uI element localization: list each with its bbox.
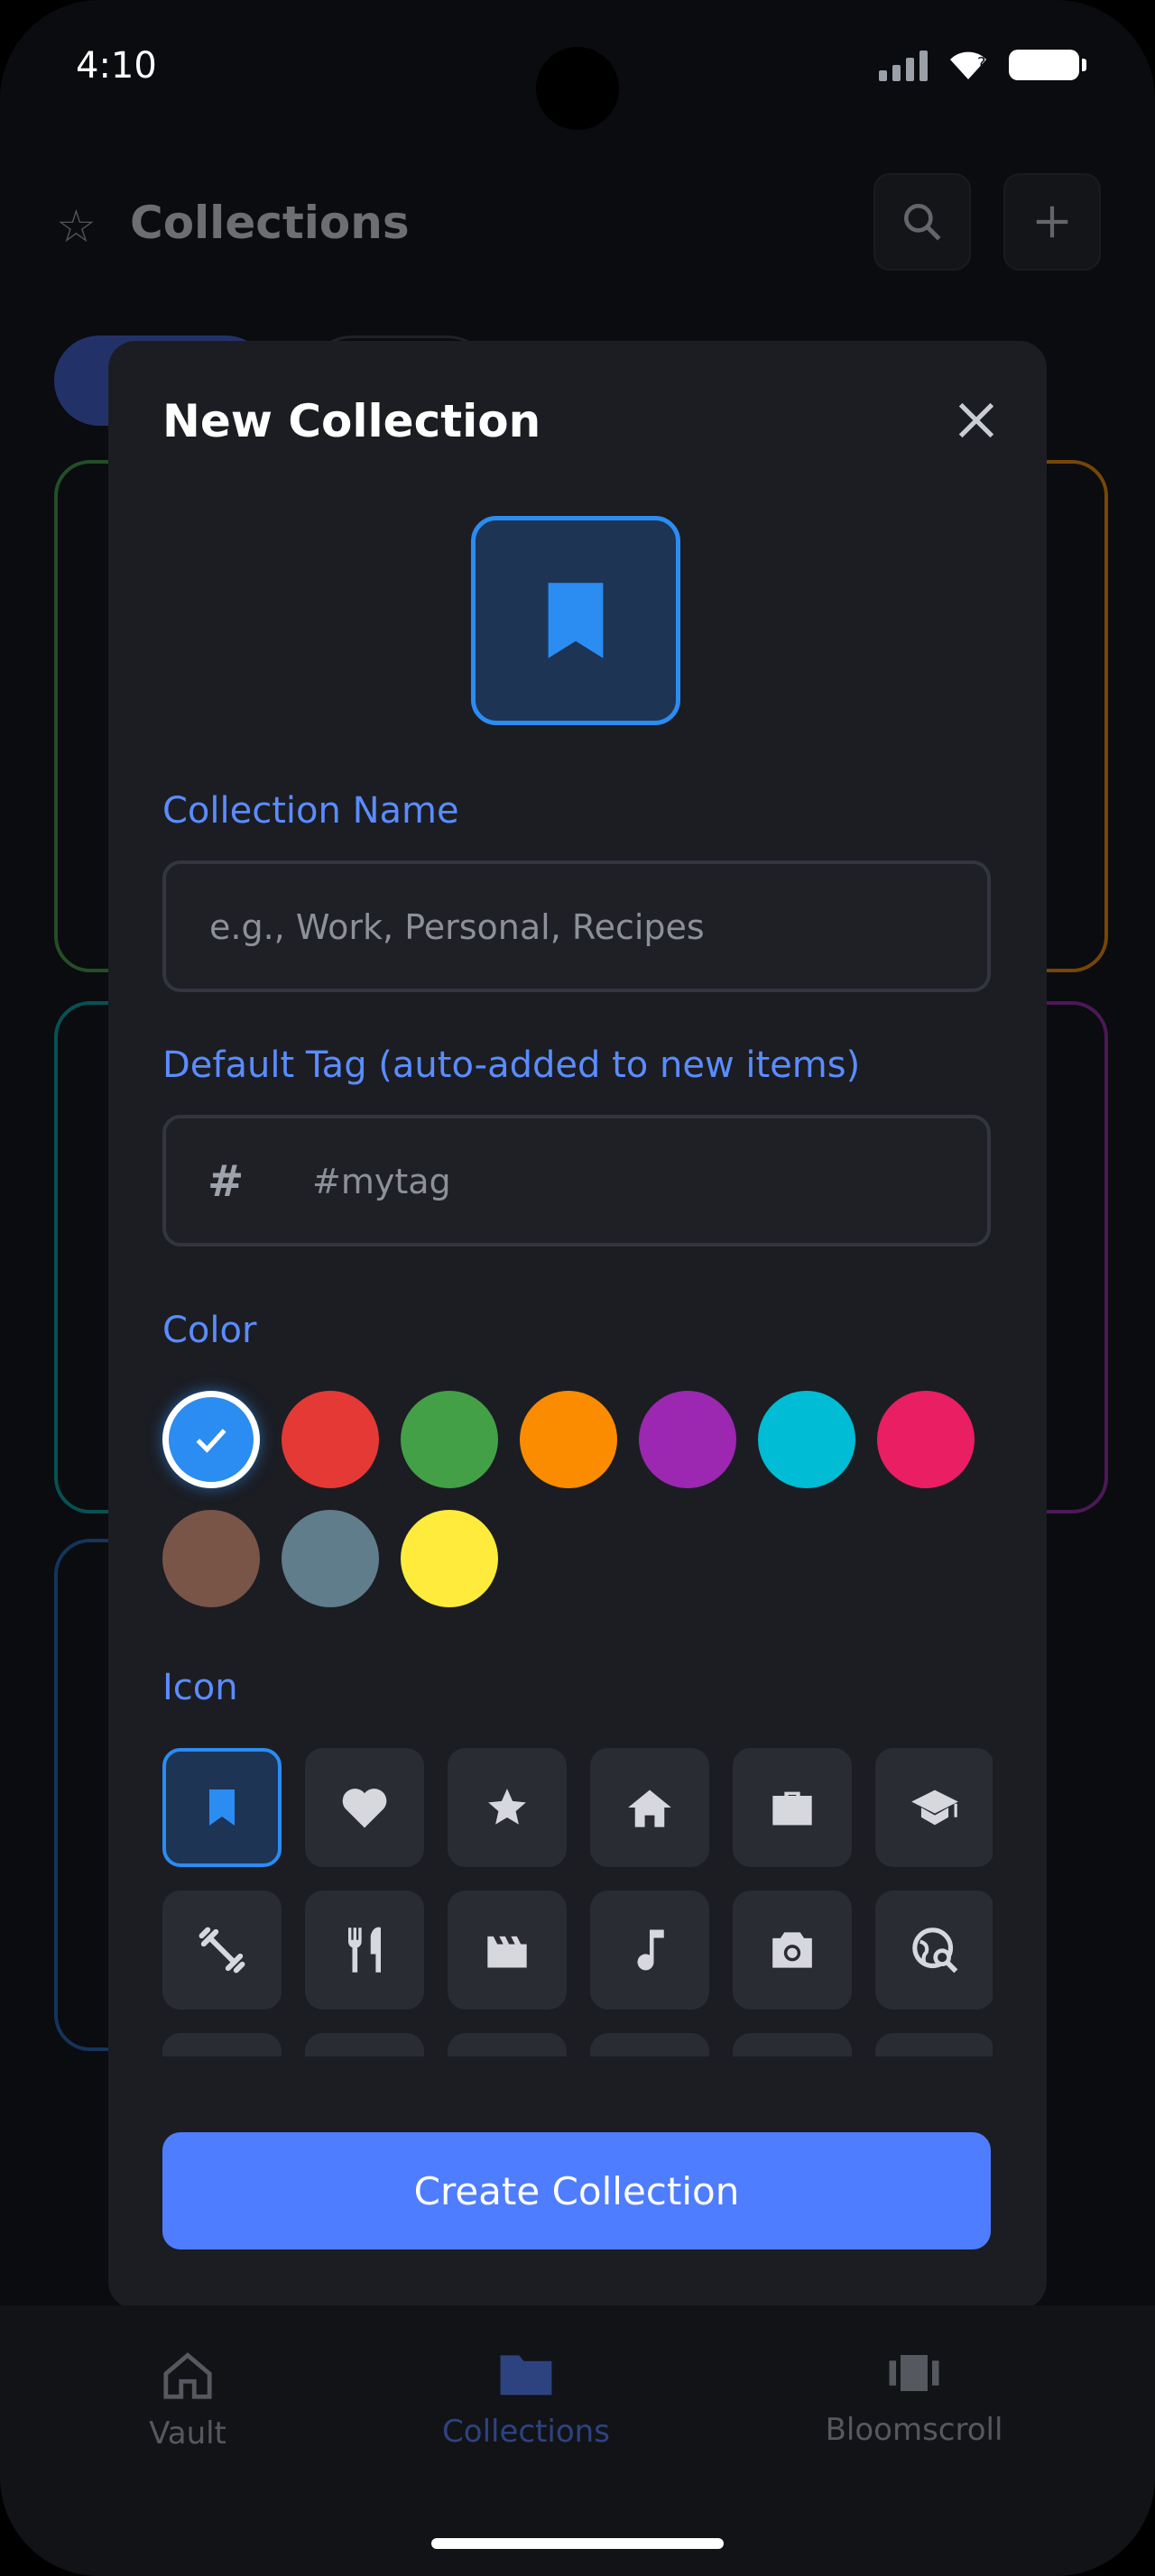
nav-label-collections: Collections bbox=[442, 2414, 610, 2450]
travel-explore-icon bbox=[912, 1927, 958, 1973]
color-swatch-orange[interactable] bbox=[520, 1391, 617, 1488]
fitness-icon bbox=[199, 1927, 245, 1973]
nav-label-bloomscroll: Bloomscroll bbox=[825, 2412, 1003, 2448]
carousel-icon bbox=[889, 2355, 939, 2391]
nav-item-bloomscroll[interactable]: Bloomscroll bbox=[752, 2351, 1076, 2448]
color-swatch-yellow[interactable] bbox=[401, 1510, 498, 1607]
status-bar: 4:10 ? bbox=[0, 0, 1155, 135]
color-swatch-cyan[interactable] bbox=[758, 1391, 855, 1488]
icon-label: Icon bbox=[162, 1667, 238, 1708]
close-icon bbox=[958, 402, 994, 438]
bookmark-icon bbox=[209, 1789, 235, 1826]
folder-icon bbox=[500, 2355, 552, 2396]
star-outline-icon: ☆ bbox=[56, 200, 97, 253]
check-icon bbox=[196, 1429, 226, 1453]
nav-item-vault[interactable]: Vault bbox=[25, 2351, 350, 2452]
graduation-cap-icon bbox=[911, 1789, 958, 1826]
color-swatch-gray[interactable] bbox=[282, 1510, 379, 1607]
restaurant-icon bbox=[348, 1927, 381, 1973]
color-swatch-red[interactable] bbox=[282, 1391, 379, 1488]
star-icon bbox=[488, 1789, 526, 1825]
page-title: Collections bbox=[130, 197, 410, 249]
new-collection-dialog: New Collection Collection Name Default T… bbox=[108, 341, 1054, 2309]
signal-icon bbox=[879, 49, 928, 81]
search-icon bbox=[904, 204, 941, 241]
icon-option-music[interactable] bbox=[590, 1891, 709, 2010]
dialog-title: New Collection bbox=[162, 395, 541, 447]
icon-option[interactable] bbox=[448, 2033, 567, 2056]
icon-picker-grid bbox=[162, 1748, 993, 2056]
default-tag-label: Default Tag (auto-added to new items) bbox=[162, 1044, 861, 1086]
icon-option-fitness[interactable] bbox=[162, 1891, 282, 2010]
phone-screen: 4:10 ? ☆ Collections New Collection Coll… bbox=[0, 0, 1155, 2576]
camera-icon bbox=[772, 1932, 812, 1968]
wifi-icon: ? bbox=[950, 51, 986, 79]
color-swatch-brown[interactable] bbox=[162, 1510, 260, 1607]
briefcase-icon bbox=[772, 1791, 812, 1826]
background-header: ☆ Collections bbox=[0, 162, 1155, 280]
create-collection-button[interactable]: Create Collection bbox=[162, 2132, 991, 2249]
bookmark-icon bbox=[548, 583, 604, 658]
plus-icon bbox=[1036, 206, 1068, 238]
add-collection-button[interactable] bbox=[1003, 173, 1101, 271]
icon-option[interactable] bbox=[305, 2033, 424, 2056]
color-swatch-purple[interactable] bbox=[639, 1391, 736, 1488]
icon-option-home[interactable] bbox=[590, 1748, 709, 1867]
battery-icon bbox=[1009, 50, 1086, 80]
color-label: Color bbox=[162, 1310, 257, 1351]
icon-option-heart[interactable] bbox=[305, 1748, 424, 1867]
camera-cutout bbox=[536, 47, 619, 130]
icon-option-travel-explore[interactable] bbox=[875, 1891, 993, 2010]
collection-name-input[interactable] bbox=[208, 864, 951, 990]
color-swatch-green[interactable] bbox=[401, 1391, 498, 1488]
home-icon bbox=[628, 1789, 671, 1827]
status-icons: ? bbox=[879, 49, 1086, 81]
icon-option-camera[interactable] bbox=[733, 1891, 852, 2010]
default-tag-input[interactable] bbox=[310, 1118, 1054, 1245]
icon-option[interactable] bbox=[875, 2033, 993, 2056]
collection-name-label: Collection Name bbox=[162, 790, 459, 832]
bottom-navigation: Vault Collections Bloomscroll bbox=[0, 2305, 1155, 2576]
icon-option[interactable] bbox=[590, 2033, 709, 2056]
icon-option-star[interactable] bbox=[448, 1748, 567, 1867]
icon-option[interactable] bbox=[162, 2033, 282, 2056]
music-note-icon bbox=[637, 1929, 664, 1971]
nav-item-collections[interactable]: Collections bbox=[364, 2351, 688, 2450]
hashtag-icon: # bbox=[208, 1156, 245, 1207]
icon-option-bookmark[interactable] bbox=[162, 1748, 282, 1867]
movie-icon bbox=[487, 1936, 527, 1968]
home-indicator[interactable] bbox=[431, 2538, 724, 2549]
heart-icon bbox=[342, 1789, 387, 1828]
icon-option-movie[interactable] bbox=[448, 1891, 567, 2010]
collection-name-field[interactable] bbox=[162, 860, 991, 992]
home-icon bbox=[163, 2352, 212, 2399]
icon-option[interactable] bbox=[733, 2033, 852, 2056]
search-button[interactable] bbox=[873, 173, 971, 271]
nav-label-vault: Vault bbox=[149, 2415, 226, 2452]
svg-text:?: ? bbox=[977, 54, 986, 73]
icon-preview bbox=[471, 516, 680, 725]
icon-option-briefcase[interactable] bbox=[733, 1748, 852, 1867]
default-tag-field[interactable]: # bbox=[162, 1115, 1054, 1247]
color-swatch-blue[interactable] bbox=[162, 1391, 260, 1488]
icon-option-restaurant[interactable] bbox=[305, 1891, 424, 2010]
close-button[interactable] bbox=[942, 386, 1011, 455]
status-time: 4:10 bbox=[76, 45, 157, 87]
icon-option-school[interactable] bbox=[875, 1748, 993, 1867]
color-swatch-pink[interactable] bbox=[877, 1391, 975, 1488]
